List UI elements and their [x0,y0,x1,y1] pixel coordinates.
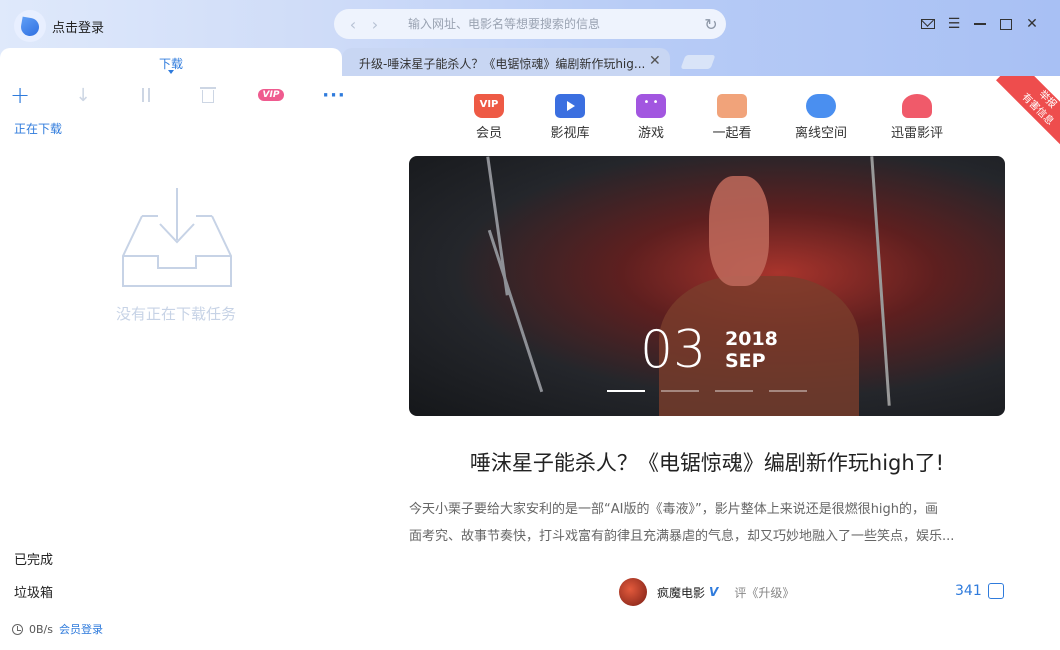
close-icon[interactable]: ✕ [1022,14,1042,34]
address-input[interactable] [386,17,696,31]
banner-month: SEP [725,350,766,372]
banner-decoration [487,229,544,393]
cloud-icon [806,94,836,118]
back-icon[interactable]: ‹ [342,15,364,34]
article-excerpt: 今天小栗子要给大家安利的是一部“AI版的《毒液》”，影片整体上来说还是很燃很hi… [409,496,1005,550]
empty-state-text: 没有正在下载任务 [115,305,236,323]
more-icon[interactable]: ··· [322,84,346,106]
add-task-icon[interactable]: + [10,81,30,109]
tab-article[interactable]: 升级-唾沫星子能杀人？《电锯惊魂》编剧新作玩hig... [342,48,670,76]
game-icon [636,94,666,118]
nav-item-label: 一起看 [712,126,752,141]
tab-close-icon[interactable]: ✕ [649,53,661,69]
nav-item-vip[interactable]: VIP 会员 [454,94,524,141]
review-icon [902,94,932,118]
nav-item-label: 迅雷影评 [890,126,943,141]
nav-item-label: 游戏 [637,126,664,141]
nav-item-video-library[interactable]: 影视库 [535,94,605,141]
thumbs-up-icon [987,583,1004,599]
member-login-link[interactable]: 会员登录 [59,621,103,637]
carousel-dot[interactable] [607,390,645,392]
vip-badge-button[interactable]: VIP [257,84,285,106]
tab-download-label: 下载 [158,57,183,71]
nav-item-reviews[interactable]: 迅雷影评 [882,94,952,141]
vip-icon: VIP [474,94,504,118]
banner-year: 2018 [725,328,778,350]
carousel-dot[interactable] [769,390,807,392]
delete-icon[interactable] [198,84,218,106]
tab-article-label: 升级-唾沫星子能杀人？《电锯惊魂》编剧新作玩hig... [359,57,646,71]
pause-icon[interactable] [136,84,156,106]
watch-together-icon [717,94,747,118]
verified-icon: V [709,585,719,599]
thunder-logo-icon [14,10,46,42]
address-bar: ‹ › ↻ [334,9,726,39]
download-speed: 0B/s [29,622,53,636]
nav-item-game[interactable]: 游戏 [616,94,686,141]
like-button[interactable]: 341 [955,583,1004,599]
status-bar: 0B/s 会员登录 [12,621,103,637]
empty-inbox-icon [122,188,232,287]
nav-item-label: 影视库 [550,126,590,141]
download-toolbar: + ↓ VIP ··· [0,81,350,109]
excerpt-line: 今天小栗子要给大家安利的是一部“AI版的《毒液》”，影片整体上来说还是很燃很hi… [409,502,939,517]
tab-download[interactable]: 下载 [0,48,342,76]
carousel-dot[interactable] [661,390,699,392]
article-title[interactable]: 唾沫星子能杀人？《电锯惊魂》编剧新作玩high了! [409,447,1005,477]
nav-item-label: 离线空间 [794,126,847,141]
new-tab-button[interactable] [680,55,716,69]
video-library-icon [555,94,585,118]
like-count: 341 [955,583,982,599]
refresh-icon[interactable]: ↻ [696,15,726,34]
banner-figure-head [709,176,769,286]
login-label: 点击登录 [52,20,105,36]
nav-item-label: 会员 [475,126,502,141]
maximize-icon[interactable] [996,14,1016,34]
forward-icon[interactable]: › [364,15,386,34]
title-bar: 点击登录 ‹ › ↻ ☰ ✕ 下载 升级-唾沫星子能杀人？《电锯惊魂》编剧新作玩… [0,0,1060,76]
trash-section[interactable]: 垃圾箱 [14,582,53,601]
author-info: 疯魔电影 V 评《升级》 [619,578,794,606]
menu-icon[interactable]: ☰ [944,14,964,34]
minimize-icon[interactable] [970,14,990,34]
banner-day: 03 [640,320,707,380]
nav-item-watch-together[interactable]: 一起看 [697,94,767,141]
vip-badge: VIP [257,89,285,101]
author-name[interactable]: 疯魔电影 [657,584,705,601]
avatar[interactable] [619,578,647,606]
report-ribbon[interactable]: 举报 有害信息 [990,76,1060,146]
excerpt-line: 面考究、故事节奏快，打斗戏富有韵律且充满暴虐的气息，却又巧妙地融入了一些笑点，娱… [409,529,955,544]
banner-decoration [870,156,891,406]
login-button[interactable]: 点击登录 [14,10,104,42]
downloading-section-label[interactable]: 正在下载 [14,120,62,137]
mail-icon[interactable] [918,14,938,34]
completed-section[interactable]: 已完成 [14,549,53,568]
clock-icon [12,623,23,635]
download-arrow-icon[interactable]: ↓ [73,84,93,106]
featured-banner[interactable]: 03 2018 SEP [409,156,1005,416]
nav-item-offline-space[interactable]: 离线空间 [786,94,856,141]
chevron-down-icon [168,70,174,74]
carousel-dot[interactable] [715,390,753,392]
carousel-indicators [607,390,823,392]
download-panel: + ↓ VIP ··· 正在下载 没有正在下载任务 已完成 垃圾箱 0B/s 会… [0,76,350,650]
review-target[interactable]: 评《升级》 [734,584,794,601]
